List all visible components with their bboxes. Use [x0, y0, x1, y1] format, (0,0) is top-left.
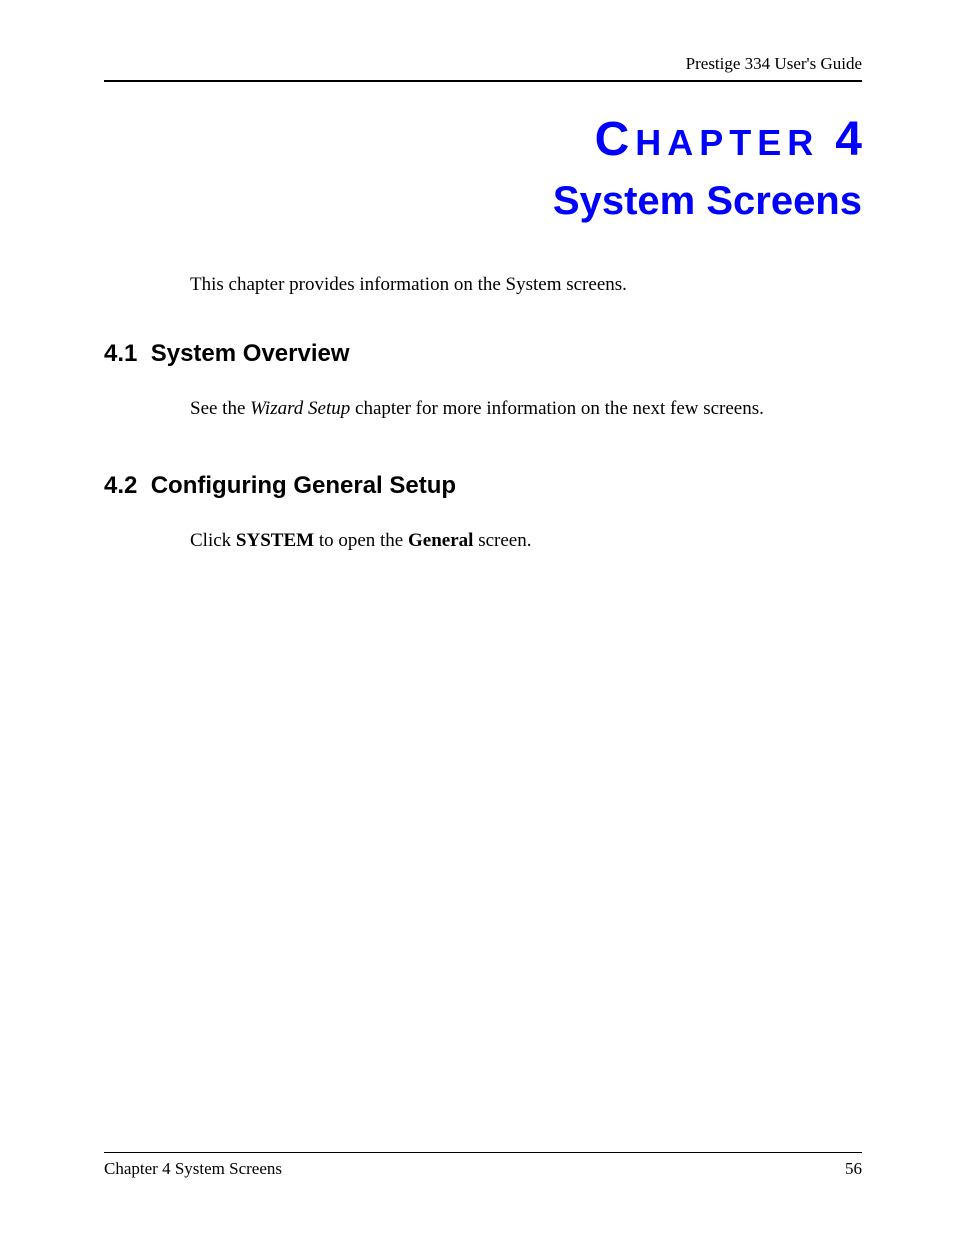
section-1-text-pre: See the [190, 398, 250, 419]
section-number-2: 4.2 [104, 472, 137, 499]
section-2-bold-1: SYSTEM [236, 530, 314, 551]
chapter-label-rest: HAPTER [635, 122, 819, 163]
document-page: Prestige 334 User's Guide CHAPTER 4 Syst… [0, 0, 954, 1235]
section-1-italic: Wizard Setup [250, 398, 350, 419]
section-1-text-post: chapter for more information on the next… [350, 398, 764, 419]
footer-chapter-label: Chapter 4 System Screens [104, 1159, 282, 1179]
chapter-label-cap: C [595, 113, 636, 166]
header-divider [104, 80, 862, 82]
footer-page-number: 56 [845, 1159, 862, 1179]
section-heading-1: 4.1 System Overview [104, 340, 862, 368]
section-title-1: System Overview [151, 340, 350, 367]
footer-divider [104, 1152, 862, 1153]
section-title-2: Configuring General Setup [151, 472, 456, 499]
section-heading-2: 4.2 Configuring General Setup [104, 472, 862, 500]
section-2-text-pre: Click [190, 530, 236, 551]
footer-row: Chapter 4 System Screens 56 [104, 1159, 862, 1179]
section-number-1: 4.1 [104, 340, 137, 367]
chapter-heading: CHAPTER 4 System Screens [104, 112, 862, 224]
chapter-title: System Screens [104, 179, 862, 224]
section-para-2: Click SYSTEM to open the General screen. [190, 530, 862, 552]
page-footer: Chapter 4 System Screens 56 [104, 1152, 862, 1179]
section-2-text-post: screen. [473, 530, 531, 551]
chapter-intro: This chapter provides information on the… [190, 274, 862, 296]
section-2-text-mid: to open the [314, 530, 408, 551]
section-2-bold-2: General [408, 530, 473, 551]
header-guide-name: Prestige 334 User's Guide [104, 54, 862, 80]
chapter-label: CHAPTER 4 [104, 112, 862, 167]
chapter-number: 4 [835, 113, 862, 166]
section-para-1: See the Wizard Setup chapter for more in… [190, 398, 862, 420]
